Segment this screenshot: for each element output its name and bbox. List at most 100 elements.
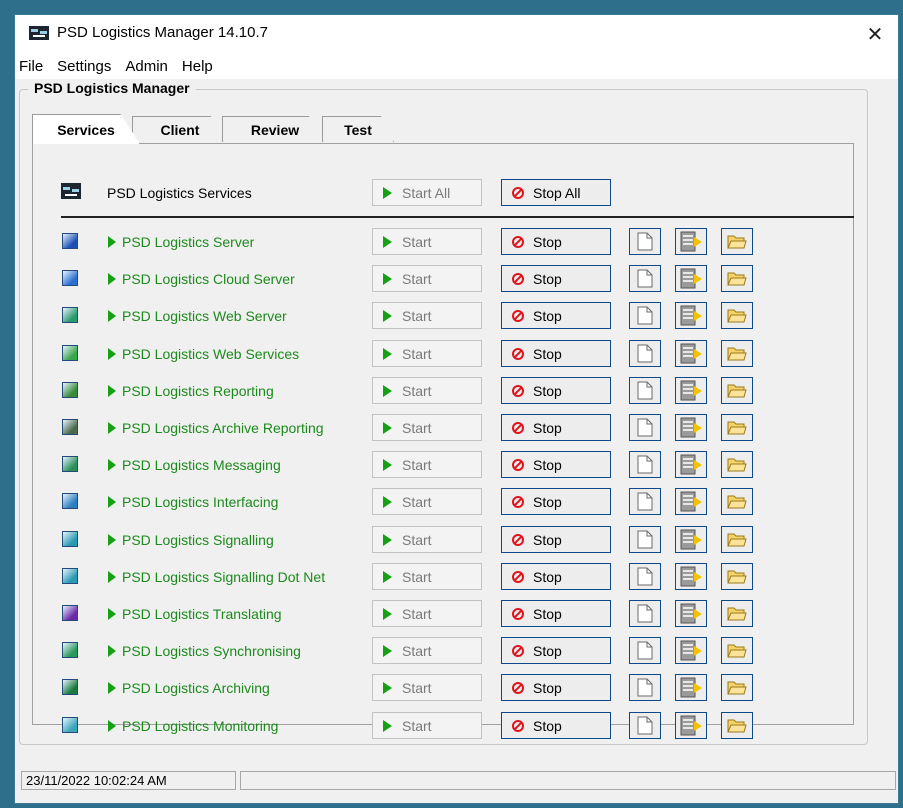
start-button[interactable]: Start: [372, 265, 482, 292]
open-folder-button[interactable]: [721, 563, 753, 590]
stop-button[interactable]: Stop: [501, 377, 611, 404]
start-button[interactable]: Start: [372, 712, 482, 739]
play-icon: [383, 719, 392, 732]
stop-button[interactable]: Stop: [501, 302, 611, 329]
open-folder-button[interactable]: [721, 712, 753, 739]
open-log-button[interactable]: [675, 377, 707, 404]
start-button[interactable]: Start: [372, 414, 482, 441]
tab-client[interactable]: Client: [132, 116, 228, 142]
play-icon: [383, 272, 392, 285]
start-button[interactable]: Start: [372, 228, 482, 255]
folder-icon: [727, 681, 747, 695]
open-log-button[interactable]: [675, 637, 707, 664]
view-log-button[interactable]: [629, 340, 661, 367]
start-label: Start: [402, 456, 432, 473]
view-log-button[interactable]: [629, 526, 661, 553]
start-button[interactable]: Start: [372, 600, 482, 627]
stop-button[interactable]: Stop: [501, 265, 611, 292]
folder-icon: [727, 272, 747, 286]
stop-button[interactable]: Stop: [501, 637, 611, 664]
start-button[interactable]: Start: [372, 563, 482, 590]
open-folder-button[interactable]: [721, 377, 753, 404]
service-label: PSD Logistics Reporting: [122, 383, 274, 399]
open-folder-button[interactable]: [721, 340, 753, 367]
open-log-button[interactable]: [675, 674, 707, 701]
view-log-button[interactable]: [629, 228, 661, 255]
start-button[interactable]: Start: [372, 526, 482, 553]
start-button[interactable]: Start: [372, 488, 482, 515]
open-folder-button[interactable]: [721, 265, 753, 292]
menu-file[interactable]: File: [15, 58, 50, 75]
stop-button[interactable]: Stop: [501, 674, 611, 701]
start-button[interactable]: Start: [372, 302, 482, 329]
view-log-button[interactable]: [629, 488, 661, 515]
start-button[interactable]: Start: [372, 674, 482, 701]
view-log-button[interactable]: [629, 600, 661, 627]
view-log-button[interactable]: [629, 451, 661, 478]
stop-button[interactable]: Stop: [501, 563, 611, 590]
stop-button[interactable]: Stop: [501, 414, 611, 441]
open-log-button[interactable]: [675, 340, 707, 367]
open-folder-button[interactable]: [721, 674, 753, 701]
view-log-button[interactable]: [629, 674, 661, 701]
open-folder-button[interactable]: [721, 302, 753, 329]
view-log-button[interactable]: [629, 414, 661, 441]
open-log-button[interactable]: [675, 302, 707, 329]
open-log-button[interactable]: [675, 712, 707, 739]
tab-review[interactable]: Review: [222, 116, 328, 142]
open-log-button[interactable]: [675, 414, 707, 441]
open-folder-button[interactable]: [721, 637, 753, 664]
play-icon: [383, 681, 392, 694]
stop-button[interactable]: Stop: [501, 340, 611, 367]
view-log-button[interactable]: [629, 712, 661, 739]
title-bar[interactable]: PSD Logistics Manager 14.10.7 ✕: [15, 15, 898, 53]
open-log-button[interactable]: [675, 563, 707, 590]
view-log-button[interactable]: [629, 563, 661, 590]
stop-icon: [512, 272, 524, 285]
menu-help[interactable]: Help: [175, 58, 220, 75]
log-export-icon: [680, 305, 702, 326]
view-log-button[interactable]: [629, 265, 661, 292]
start-button[interactable]: Start: [372, 637, 482, 664]
log-export-icon: [680, 417, 702, 438]
start-button[interactable]: Start: [372, 377, 482, 404]
open-folder-button[interactable]: [721, 414, 753, 441]
view-log-button[interactable]: [629, 377, 661, 404]
open-log-button[interactable]: [675, 228, 707, 255]
start-button[interactable]: Start: [372, 451, 482, 478]
play-icon: [383, 384, 392, 397]
view-log-button[interactable]: [629, 302, 661, 329]
service-label: PSD Logistics Web Server: [122, 308, 287, 324]
open-log-button[interactable]: [675, 488, 707, 515]
services-logo-icon: [61, 183, 81, 199]
stop-button[interactable]: Stop: [501, 451, 611, 478]
open-folder-button[interactable]: [721, 228, 753, 255]
stop-button[interactable]: Stop: [501, 228, 611, 255]
service-label: PSD Logistics Signalling Dot Net: [122, 569, 326, 585]
stop-button[interactable]: Stop: [501, 488, 611, 515]
open-log-button[interactable]: [675, 265, 707, 292]
stop-button[interactable]: Stop: [501, 712, 611, 739]
close-button[interactable]: ✕: [852, 15, 898, 53]
menu-admin[interactable]: Admin: [118, 58, 175, 75]
open-folder-button[interactable]: [721, 526, 753, 553]
running-indicator-icon: [108, 422, 116, 434]
stop-button[interactable]: Stop: [501, 600, 611, 627]
start-all-button[interactable]: Start All: [372, 179, 482, 206]
view-log-button[interactable]: [629, 637, 661, 664]
play-icon: [383, 186, 392, 199]
open-folder-button[interactable]: [721, 488, 753, 515]
stop-button[interactable]: Stop: [501, 526, 611, 553]
stop-all-button[interactable]: Stop All: [501, 179, 611, 206]
menu-settings[interactable]: Settings: [50, 58, 118, 75]
folder-icon: [727, 495, 747, 509]
tab-services[interactable]: Services: [32, 114, 140, 144]
play-icon: [383, 495, 392, 508]
start-button[interactable]: Start: [372, 340, 482, 367]
tab-test[interactable]: Test: [322, 116, 394, 142]
open-log-button[interactable]: [675, 600, 707, 627]
open-folder-button[interactable]: [721, 600, 753, 627]
open-log-button[interactable]: [675, 526, 707, 553]
open-folder-button[interactable]: [721, 451, 753, 478]
open-log-button[interactable]: [675, 451, 707, 478]
